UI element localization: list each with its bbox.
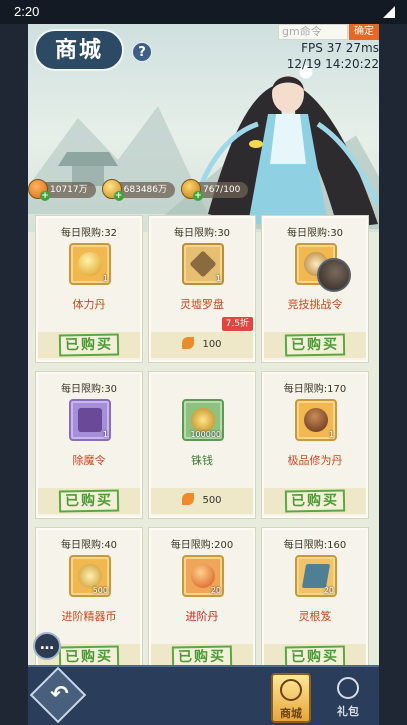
tab-gift[interactable]: 礼包 [328,673,368,723]
tab-shop[interactable]: 商城 [271,673,311,723]
purchase-limit: 每日限购:30 [173,228,231,239]
compass-icon: 1 [182,243,224,285]
purchase-limit: 每日限购:30 [60,384,118,395]
chat-bubble-icon[interactable]: … [33,632,61,660]
currency-value: 10717万 [50,185,88,195]
item-name: 铢钱 [191,454,213,467]
shop-screen: 商城 ? gm命令 确定 FPS 37 27ms 12/19 14:20:22 … [28,24,379,725]
bought-stamp: 已购买 [38,332,140,358]
gift-bag-icon [337,677,359,699]
bought-stamp: 已购买 [38,488,140,514]
hero-banner: 商城 ? gm命令 确定 FPS 37 27ms 12/19 14:20:22 … [28,24,379,232]
shop-item-card[interactable]: 每日限购:160 20 灵根笈 已购买 [261,527,369,675]
currency-bar: + 10717万 + 683486万 + 767/100 [28,179,249,202]
datetime-readout: 12/19 14:20:22 [286,57,379,71]
item-name: 极品修为丹 [287,454,343,467]
shop-item-card[interactable]: 每日限购:170 1 极品修为丹 已购买 [261,371,369,519]
item-name: 灵墟罗盘 [180,298,224,311]
add-icon[interactable]: + [113,191,124,201]
shop-item-card[interactable]: 每日限购:32 1 体力丹 已购买 [35,215,143,363]
shop-item-card[interactable]: 每日限购:200 20 进阶丹 已购买 [148,527,256,675]
purchase-limit: 每日限购:160 [283,540,347,551]
confirm-button[interactable]: 确定 [349,24,379,40]
advance-pill-icon: 20 [182,555,224,597]
signal-icon [383,6,395,18]
refine-coin-icon: 500 [69,555,111,597]
currency-copper[interactable]: + 683486万 [101,179,175,201]
bottom-nav: ↶ 商城 礼包 [28,665,379,725]
copper-coin-icon: 100000 [182,399,224,441]
currency-value: 683486万 [123,185,167,195]
character-illustration [195,64,379,229]
shop-item-card[interactable]: 每日限购:30 1 竞技挑战令 已购买 [261,215,369,363]
debug-readout: FPS 37 27ms 12/19 14:20:22 [287,40,379,72]
back-arrow-icon: ↶ [50,682,69,707]
item-name: 体力丹 [72,298,106,311]
shop-title: 商城 [34,29,124,71]
demon-token-icon: 1 [69,399,111,441]
shop-item-card[interactable]: 每日限购:30 1 灵墟罗盘 7.5折 100 [148,215,256,363]
back-button[interactable]: ↶ [29,666,87,724]
purchase-limit: 每日限购:40 [60,540,118,551]
buy-price-button[interactable]: 100 [151,332,253,358]
stamina-leaf-icon [182,493,195,505]
cultivation-pill-icon: 1 [295,399,337,441]
item-name: 灵根笈 [298,610,332,623]
shop-icon [280,679,302,701]
currency-stamina[interactable]: + 10717万 [28,179,96,201]
fps-readout: FPS 37 27ms [301,41,379,55]
purchase-limit: 每日限购:170 [283,384,347,395]
status-time: 2:20 [14,4,40,19]
buy-price-button[interactable]: 500 [151,488,253,514]
floating-avatar-button[interactable] [317,258,351,292]
currency-value: 767/100 [203,185,241,195]
item-name: 除魔令 [72,454,106,467]
scroll-book-icon: 20 [295,555,337,597]
purchase-limit: 每日限购:32 [60,228,118,239]
stamina-leaf-icon [182,337,195,349]
discount-badge: 7.5折 [221,317,253,331]
bought-stamp: 已购买 [264,488,366,514]
bought-stamp: 已购买 [264,332,366,358]
stamina-pill-icon: 1 [69,243,111,285]
add-icon[interactable]: + [40,191,50,201]
add-icon[interactable]: + [193,191,203,201]
help-button[interactable]: ? [132,42,152,62]
shop-item-card[interactable]: 每日限购:30 1 除魔令 已购买 [35,371,143,519]
item-name: 竞技挑战令 [287,298,343,311]
item-name: 进阶丹 [185,610,219,623]
shop-item-card[interactable]: 100000 铢钱 500 [148,371,256,519]
purchase-limit: 每日限购:200 [170,540,234,551]
item-name: 进阶精器币 [61,610,117,623]
status-bar: 2:20 [0,0,407,24]
purchase-limit: 每日限购:30 [286,228,344,239]
gm-command-input[interactable]: gm命令 [278,24,348,40]
currency-gold[interactable]: + 767/100 [181,179,249,201]
